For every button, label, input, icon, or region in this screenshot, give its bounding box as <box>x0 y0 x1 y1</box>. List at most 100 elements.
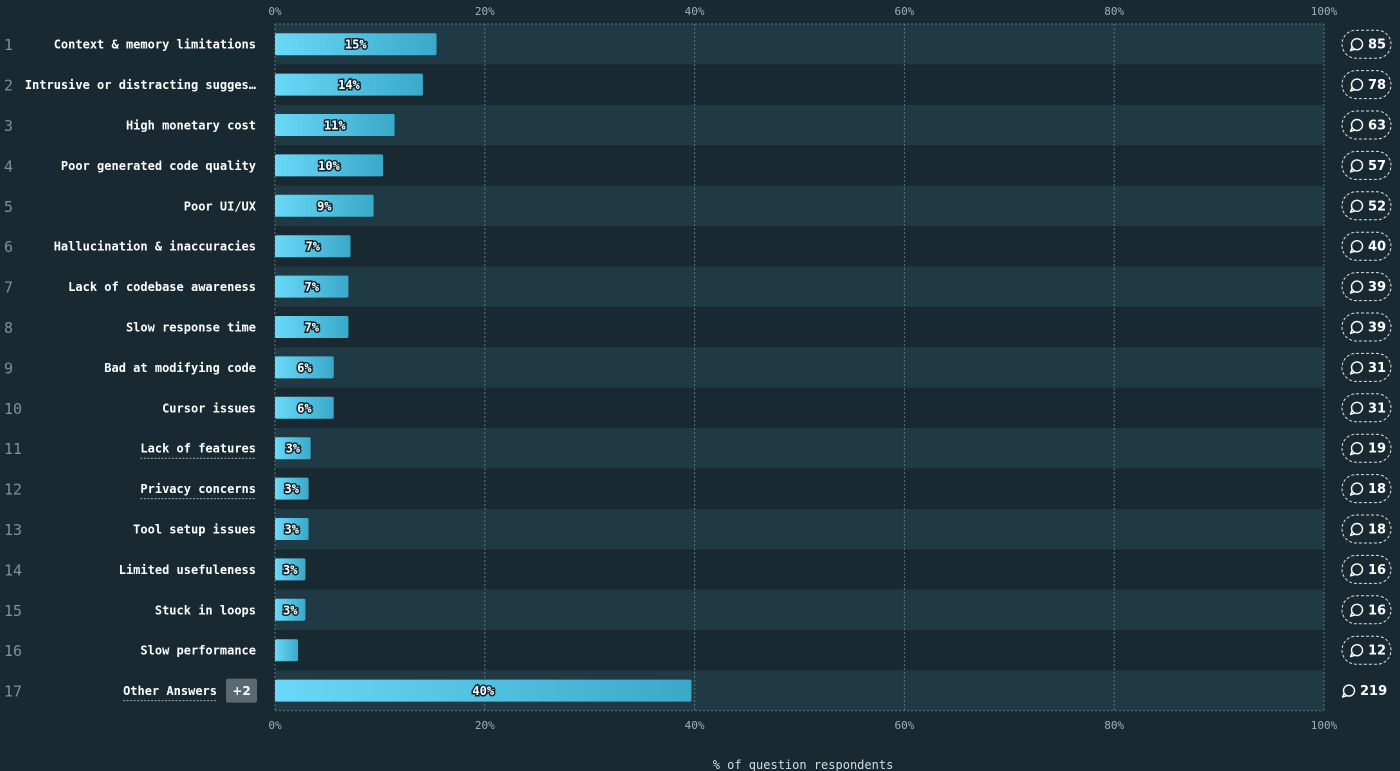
bar-chart: 15%14%11%10%9%7%7%7%6%6%3%3%3%3%3%40% 1C… <box>4 5 1392 771</box>
comment-count: 31 <box>1368 361 1386 376</box>
x-tick-label-top: 100% <box>1311 5 1338 18</box>
x-tick-label-bottom: 100% <box>1311 719 1338 732</box>
comment-icon <box>1350 320 1364 334</box>
x-tick-label-bottom: 20% <box>475 719 495 732</box>
x-tick-label-bottom: 0% <box>268 719 282 732</box>
category-label[interactable]: Other Answers <box>123 684 217 698</box>
comment-icon <box>1350 78 1364 91</box>
row-band <box>275 508 1324 550</box>
category-label: Bad at modifying code <box>104 361 256 375</box>
category-label: Stuck in loops <box>155 603 256 617</box>
comment-count: 39 <box>1368 321 1386 336</box>
bar-value-label: 11% <box>324 119 346 133</box>
comment-icon <box>1350 401 1364 414</box>
comment-count: 78 <box>1368 78 1386 93</box>
row-band <box>275 589 1324 630</box>
comment-icon <box>1350 159 1364 172</box>
rank-number: 4 <box>4 157 13 175</box>
comment-icon <box>1350 522 1364 536</box>
comment-icon <box>1350 361 1364 374</box>
category-label: Context & memory limitations <box>54 38 256 52</box>
bar-value-label: 6% <box>297 361 312 375</box>
comment-icon <box>1350 603 1364 616</box>
category-label: Tool setup issues <box>133 523 256 537</box>
rank-number: 12 <box>4 481 22 499</box>
bar-value-label: 7% <box>304 280 319 294</box>
bar-value-label: 3% <box>283 563 298 577</box>
comment-count: 19 <box>1368 442 1386 457</box>
comment-count: 85 <box>1368 38 1386 53</box>
category-label: Limited usefuleness <box>119 563 256 577</box>
x-tick-label-top: 0% <box>268 5 282 18</box>
rank-number: 6 <box>4 238 13 256</box>
x-tick-label-top: 40% <box>685 5 705 18</box>
comment-icon <box>1350 644 1364 657</box>
row-band <box>275 266 1324 307</box>
rank-number: 3 <box>4 117 13 135</box>
bar[interactable] <box>275 639 299 662</box>
comment-icon <box>1350 239 1364 253</box>
category-label: Hallucination & inaccuracies <box>54 240 256 254</box>
category-label: Intrusive or distracting sugges… <box>25 78 256 92</box>
x-tick-label-top: 20% <box>475 5 495 18</box>
category-label: Poor generated code quality <box>61 159 256 173</box>
category-label: Poor UI/UX <box>184 199 257 213</box>
category-label[interactable]: Lack of features <box>140 442 256 456</box>
comment-count: 63 <box>1368 119 1386 134</box>
category-label: Slow performance <box>140 644 256 658</box>
category-label: Cursor issues <box>162 401 256 415</box>
comment-count: 52 <box>1368 199 1386 214</box>
comment-count: 12 <box>1368 644 1386 659</box>
rank-number: 13 <box>4 521 22 539</box>
row-band <box>275 104 1324 146</box>
rank-number: 11 <box>4 440 22 458</box>
comment-icon <box>1350 118 1364 132</box>
rank-number: 7 <box>4 279 13 297</box>
bar-value-label: 9% <box>317 199 332 213</box>
rank-number: 5 <box>4 198 13 216</box>
comment-count: 16 <box>1368 603 1386 618</box>
comment-icon <box>1342 684 1356 697</box>
x-tick-label-top: 80% <box>1104 5 1124 18</box>
x-tick-label-top: 60% <box>894 5 914 18</box>
bar-value-label: 3% <box>286 442 301 456</box>
category-label: Lack of codebase awareness <box>68 280 256 294</box>
rank-number: 14 <box>4 561 22 579</box>
bar-value-label: 3% <box>283 603 298 617</box>
rank-number: 9 <box>4 359 13 377</box>
comment-count: 18 <box>1368 482 1386 497</box>
comment-count: 39 <box>1368 280 1386 295</box>
comment-count: 18 <box>1368 523 1386 538</box>
x-tick-label-bottom: 80% <box>1104 719 1124 732</box>
comment-count: 57 <box>1368 159 1386 174</box>
bar-value-label: 10% <box>318 159 340 173</box>
rank-number: 16 <box>4 642 22 660</box>
bar-value-label: 7% <box>304 321 319 335</box>
category-label[interactable]: Privacy concerns <box>140 482 256 496</box>
row-band <box>275 185 1324 226</box>
bar-value-label: 14% <box>338 78 360 92</box>
x-tick-label-bottom: 60% <box>894 719 914 732</box>
rank-number: 17 <box>4 683 22 701</box>
comment-count: 31 <box>1368 401 1386 416</box>
bar-value-label: 3% <box>285 523 300 537</box>
rank-number: 10 <box>4 400 22 418</box>
bar-value-label: 6% <box>297 401 312 415</box>
bar-value-label: 40% <box>472 684 494 698</box>
comment-icon <box>1350 482 1364 495</box>
bar-value-label: 7% <box>306 240 321 254</box>
row-band <box>275 347 1324 388</box>
bar-value-label: 15% <box>345 38 367 52</box>
rank-number: 1 <box>4 36 13 54</box>
rank-number: 15 <box>4 602 22 620</box>
category-label: High monetary cost <box>126 119 256 133</box>
other-answers-badge-text: +2 <box>232 684 250 698</box>
rank-number: 2 <box>4 77 13 95</box>
comment-count: 40 <box>1368 240 1386 255</box>
x-tick-label-bottom: 40% <box>685 719 705 732</box>
comment-icon <box>1350 280 1364 293</box>
comment-icon <box>1350 442 1364 455</box>
comment-icon <box>1350 199 1364 213</box>
x-axis-label: % of question respondents <box>713 758 894 771</box>
comment-count: 16 <box>1368 563 1386 578</box>
